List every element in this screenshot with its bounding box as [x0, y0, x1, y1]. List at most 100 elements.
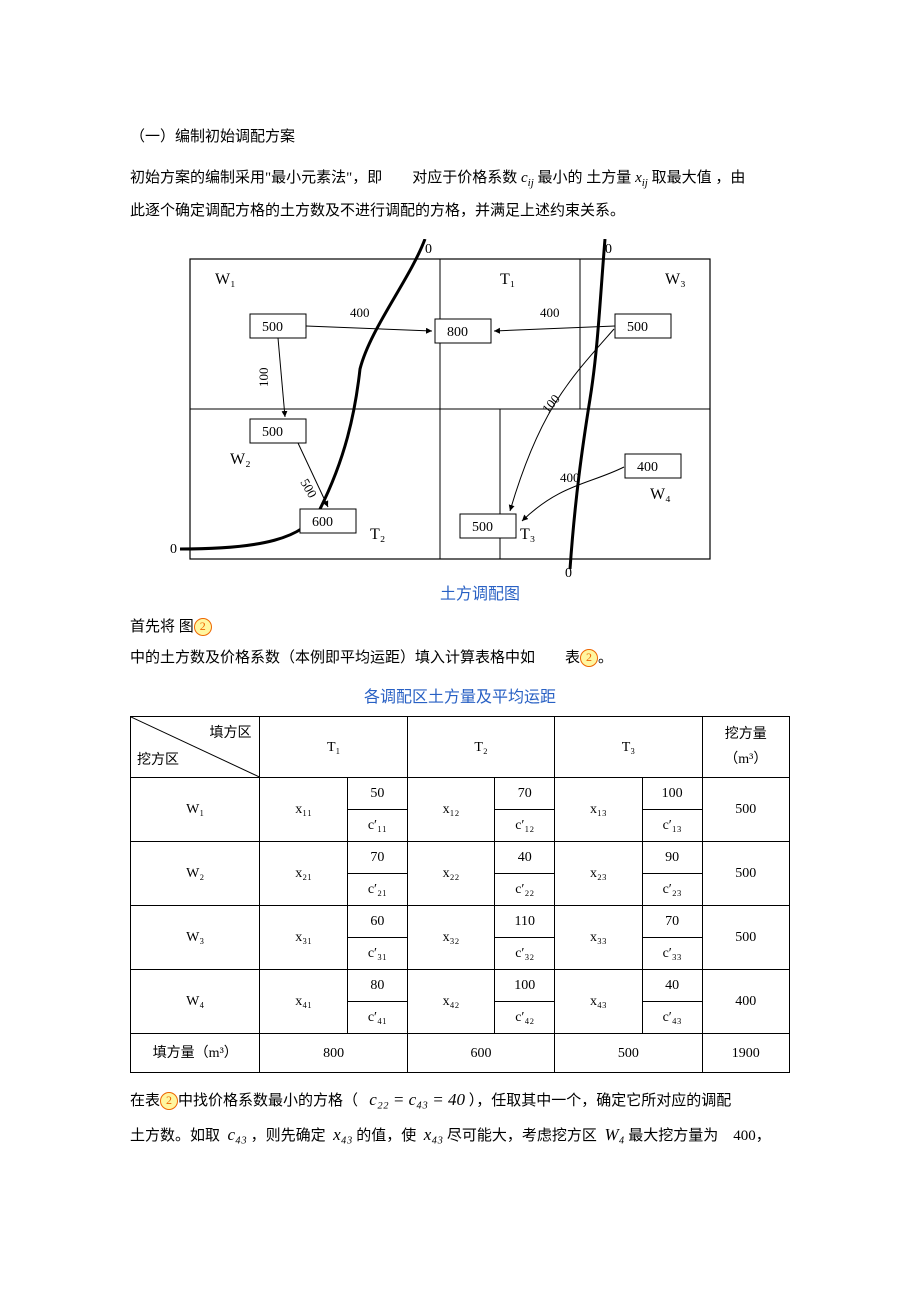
edge: 500: [297, 476, 320, 500]
box: 500: [262, 320, 283, 335]
cell-val: 110: [495, 906, 555, 938]
cell-val: 100: [642, 778, 702, 810]
section-heading: （一）编制初始调配方案: [130, 124, 790, 151]
cell-vol: 500: [702, 906, 789, 970]
para-2: 首先将 图2: [130, 614, 790, 641]
symbol-c43: c₄₃: [228, 1125, 247, 1144]
col-T1: T₁: [260, 717, 407, 778]
edge: 400: [540, 305, 560, 320]
lbl-T1: T₁: [500, 271, 515, 288]
cell-c: c′₁₂: [495, 810, 555, 842]
cell-c: c′₂₃: [642, 874, 702, 906]
cell-x: x₁₃: [555, 778, 642, 842]
earthwork-table: 填方区 挖方区 T₁ T₂ T₃ 挖方量（m³） W₁ x₁₁ 50 x₁₂ 7…: [130, 716, 790, 1073]
cell-c: c′₃₁: [347, 938, 407, 970]
symbol-xij: xij: [635, 170, 648, 186]
cell-val: 70: [495, 778, 555, 810]
text: 中找价格系数最小的方格（: [178, 1093, 358, 1109]
row-W4: W₄: [131, 970, 260, 1034]
cell-val: 100: [495, 970, 555, 1002]
hdr-fill: 填方区: [209, 721, 251, 746]
circled-ref-icon: 2: [580, 649, 598, 667]
text: 土方数。如取: [130, 1128, 220, 1144]
cell-c: c′₂₁: [347, 874, 407, 906]
lbl-W1: W₁: [215, 271, 236, 288]
cell-val: 70: [642, 906, 702, 938]
text: 的值，使: [356, 1128, 416, 1144]
earthwork-diagram-svg: W₁ T₁ W₃ W₂ T₂ T₃ W₄ 0 0 0 0 500 800 500…: [170, 239, 730, 579]
cell-val: 80: [347, 970, 407, 1002]
cell-c: c′₄₂: [495, 1002, 555, 1034]
cell-val: 40: [495, 842, 555, 874]
text: 尽可能大，考虑挖方区: [447, 1128, 597, 1144]
lbl-zero: 0: [605, 242, 612, 257]
cell-c: c′₃₃: [642, 938, 702, 970]
circled-ref-icon: 2: [160, 1092, 178, 1110]
cell-val: 70: [347, 842, 407, 874]
box: 500: [627, 320, 648, 335]
cell-x: x₄₂: [407, 970, 494, 1034]
edge: 400: [560, 470, 580, 485]
equation: c₂₂ = c₄₃ = 40: [369, 1090, 465, 1109]
cell-vol: 500: [702, 778, 789, 842]
cell-val: 90: [642, 842, 702, 874]
foot-val: 500: [555, 1034, 702, 1073]
page: （一）编制初始调配方案 初始方案的编制采用"最小元素法"，即 对应于价格系数 c…: [0, 0, 920, 1215]
col-cutvol: 挖方量（m³）: [702, 717, 789, 778]
lbl-W4: W₄: [650, 486, 671, 503]
text: 中的土方数及价格系数（本例即平均运距）填入计算表格中如: [130, 650, 535, 666]
text: 在表: [130, 1093, 160, 1109]
para-5: 土方数。如取 c₄₃ ，则先确定 x₄₃ 的值，使 x₄₃ 尽可能大，考虑挖方区…: [130, 1120, 790, 1151]
text: 初始方案的编制采用"最小元素法"，即 对应于价格系数: [130, 170, 517, 186]
box: 400: [637, 460, 658, 475]
symbol-cij: cij: [521, 170, 534, 186]
box: 600: [312, 515, 333, 530]
table-caption: 各调配区土方量及平均运距: [130, 684, 790, 713]
edge: 100: [256, 367, 271, 387]
lbl-W2: W₂: [230, 451, 251, 468]
cell-x: x₄₃: [555, 970, 642, 1034]
text: ），任取其中一个，确定它所对应的调配: [469, 1093, 732, 1109]
text: 最大挖方量为 400，: [628, 1128, 771, 1144]
box: 800: [447, 325, 468, 340]
foot-total: 1900: [702, 1034, 789, 1073]
cell-val: 40: [642, 970, 702, 1002]
para-3: 中的土方数及价格系数（本例即平均运距）填入计算表格中如 表2。: [130, 645, 790, 672]
cell-vol: 500: [702, 842, 789, 906]
figure-earthwork: W₁ T₁ W₃ W₂ T₂ T₃ W₄ 0 0 0 0 500 800 500…: [170, 239, 790, 610]
hdr-cut: 挖方区: [137, 748, 179, 773]
edge: 100: [539, 391, 563, 416]
lbl-zero: 0: [425, 242, 432, 257]
circled-ref-icon: 2: [194, 618, 212, 636]
symbol-x43: x₄₃: [424, 1125, 443, 1144]
lbl-T2: T₂: [370, 526, 385, 543]
row-W2: W₂: [131, 842, 260, 906]
row-W3: W₃: [131, 906, 260, 970]
lbl-zero: 0: [565, 566, 572, 579]
cell-vol: 400: [702, 970, 789, 1034]
symbol-W4: W₄: [604, 1125, 624, 1144]
col-T3: T₃: [555, 717, 702, 778]
cell-x: x₃₁: [260, 906, 347, 970]
col-T2: T₂: [407, 717, 554, 778]
text: 首先将 图: [130, 619, 194, 635]
lbl-W3: W₃: [665, 271, 686, 288]
cell-val: 60: [347, 906, 407, 938]
text: 最小的 土方量: [538, 170, 632, 186]
cell-c: c′₄₃: [642, 1002, 702, 1034]
symbol-x43: x₄₃: [333, 1125, 352, 1144]
cell-val: 50: [347, 778, 407, 810]
cell-c: c′₂₂: [495, 874, 555, 906]
figure-caption: 土方调配图: [170, 581, 790, 610]
lbl-T3: T₃: [520, 526, 535, 543]
foot-label: 填方量（m³）: [131, 1034, 260, 1073]
lbl-zero: 0: [170, 542, 177, 557]
foot-val: 800: [260, 1034, 407, 1073]
para-1: 初始方案的编制采用"最小元素法"，即 对应于价格系数 cij 最小的 土方量 x…: [130, 165, 790, 194]
cell-x: x₄₁: [260, 970, 347, 1034]
cell-x: x₃₃: [555, 906, 642, 970]
cell-x: x₁₁: [260, 778, 347, 842]
text: 取最大值 ，由: [652, 170, 746, 186]
cell-x: x₂₂: [407, 842, 494, 906]
cell-x: x₂₃: [555, 842, 642, 906]
